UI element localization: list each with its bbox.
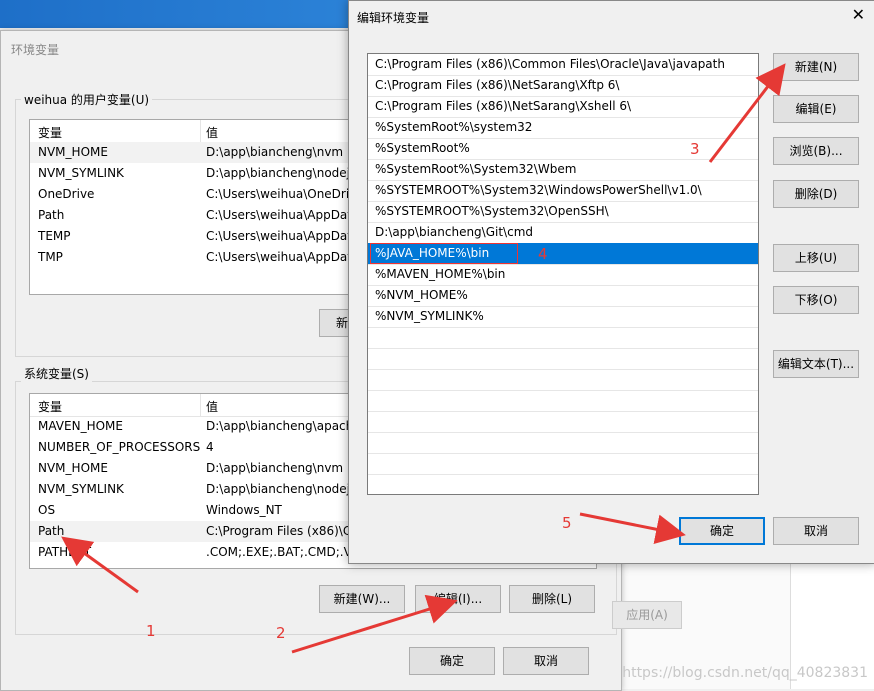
variable-value: C:\Program Files (x86)\Co xyxy=(206,524,359,538)
path-text: %MAVEN_HOME%\bin xyxy=(375,267,506,281)
empty-path-row[interactable] xyxy=(368,390,758,412)
variable-name: NVM_HOME xyxy=(38,145,108,159)
path-row[interactable]: %NVM_SYMLINK% xyxy=(368,306,758,328)
dialog-ok-button[interactable]: 确定 xyxy=(679,517,765,545)
variable-value: 4 xyxy=(206,440,214,454)
annotation-1: 1 xyxy=(146,622,156,640)
apply-button[interactable]: 应用(A) xyxy=(612,601,682,629)
path-text: C:\Program Files (x86)\Common Files\Orac… xyxy=(375,57,725,71)
variable-name: TMP xyxy=(38,250,63,264)
edit-environment-variable-dialog: 编辑环境变量 ✕ C:\Program Files (x86)\Common F… xyxy=(348,0,874,564)
variable-name: PATHEXT xyxy=(38,545,92,559)
variable-name: TEMP xyxy=(38,229,71,243)
empty-path-row[interactable] xyxy=(368,432,758,454)
user-vars-label: weihua 的用户变量(U) xyxy=(21,91,153,108)
path-text: D:\app\biancheng\Git\cmd xyxy=(375,225,534,239)
annotation-4: 4 xyxy=(538,245,548,263)
path-text: C:\Program Files (x86)\NetSarang\Xshell … xyxy=(375,99,632,113)
variable-name: MAVEN_HOME xyxy=(38,419,123,433)
annotation-2: 2 xyxy=(276,624,286,642)
system-edit-button[interactable]: 编辑(I)... xyxy=(415,585,501,613)
variable-value: C:\Users\weihua\AppDat xyxy=(206,208,352,222)
empty-path-row[interactable] xyxy=(368,348,758,370)
desktop-wallpaper-strip xyxy=(0,0,370,28)
variable-name: NUMBER_OF_PROCESSORS xyxy=(38,440,201,454)
variable-value: D:\app\biancheng\apach xyxy=(206,419,354,433)
delete-path-button[interactable]: 删除(D) xyxy=(773,180,859,208)
ok-button[interactable]: 确定 xyxy=(409,647,495,675)
new-path-button[interactable]: 新建(N) xyxy=(773,53,859,81)
path-text: %SystemRoot%\System32\Wbem xyxy=(375,162,577,176)
variable-name: OneDrive xyxy=(38,187,95,201)
variable-value: D:\app\biancheng\nodej xyxy=(206,482,350,496)
path-row[interactable]: %NVM_HOME% xyxy=(368,285,758,307)
path-text: %SYSTEMROOT%\System32\WindowsPowerShell\… xyxy=(375,183,702,197)
variable-value: .COM;.EXE;.BAT;.CMD;.VE xyxy=(206,545,360,559)
variable-value: C:\Users\weihua\AppDat xyxy=(206,250,352,264)
variable-value: D:\app\biancheng\nvm xyxy=(206,145,344,159)
path-row[interactable]: %SYSTEMROOT%\System32\OpenSSH\ xyxy=(368,201,758,223)
path-row[interactable]: C:\Program Files (x86)\Common Files\Orac… xyxy=(368,54,758,76)
move-up-button[interactable]: 上移(U) xyxy=(773,244,859,272)
path-row[interactable]: %SYSTEMROOT%\System32\WindowsPowerShell\… xyxy=(368,180,758,202)
path-row[interactable]: D:\app\biancheng\Git\cmd xyxy=(368,222,758,244)
variable-name: Path xyxy=(38,208,65,222)
system-new-button[interactable]: 新建(W)... xyxy=(319,585,405,613)
empty-path-row[interactable] xyxy=(368,369,758,391)
path-row[interactable]: C:\Program Files (x86)\NetSarang\Xshell … xyxy=(368,96,758,118)
cancel-button[interactable]: 取消 xyxy=(503,647,589,675)
window-title: 环境变量 xyxy=(11,43,60,57)
browse-button[interactable]: 浏览(B)... xyxy=(773,137,859,165)
variable-name: Path xyxy=(38,524,65,538)
path-text: %SystemRoot% xyxy=(375,141,470,155)
variable-value: D:\app\biancheng\nodej xyxy=(206,166,350,180)
watermark: https://blog.csdn.net/qq_40823831 xyxy=(622,665,868,681)
path-row[interactable]: %JAVA_HOME%\bin xyxy=(368,243,758,265)
variable-name: NVM_HOME xyxy=(38,461,108,475)
empty-path-row[interactable] xyxy=(368,474,758,494)
path-text: %SystemRoot%\system32 xyxy=(375,120,533,134)
dialog-title: 编辑环境变量 xyxy=(357,11,430,25)
path-text: %NVM_SYMLINK% xyxy=(375,309,484,323)
path-text: %SYSTEMROOT%\System32\OpenSSH\ xyxy=(375,204,609,218)
variable-name: OS xyxy=(38,503,56,517)
path-text: C:\Program Files (x86)\NetSarang\Xftp 6\ xyxy=(375,78,620,92)
variable-value: Windows_NT xyxy=(206,503,282,517)
empty-path-row[interactable] xyxy=(368,327,758,349)
dialog-cancel-button[interactable]: 取消 xyxy=(773,517,859,545)
annotation-3: 3 xyxy=(690,140,700,158)
path-text: %NVM_HOME% xyxy=(375,288,468,302)
path-row[interactable]: %MAVEN_HOME%\bin xyxy=(368,264,758,286)
column-header-value[interactable]: 值 xyxy=(206,398,218,415)
edit-path-button[interactable]: 编辑(E) xyxy=(773,95,859,123)
path-row[interactable]: %SystemRoot%\System32\Wbem xyxy=(368,159,758,181)
move-down-button[interactable]: 下移(O) xyxy=(773,286,859,314)
path-list[interactable]: C:\Program Files (x86)\Common Files\Orac… xyxy=(367,53,759,495)
column-header-value[interactable]: 值 xyxy=(206,124,218,141)
annotation-highlight-box xyxy=(370,243,518,264)
edit-text-button[interactable]: 编辑文本(T)... xyxy=(773,350,859,378)
annotation-5: 5 xyxy=(562,514,572,532)
variable-value: C:\Users\weihua\OneDriv xyxy=(206,187,357,201)
variable-value: C:\Users\weihua\AppDat xyxy=(206,229,352,243)
path-row[interactable]: %SystemRoot%\system32 xyxy=(368,117,758,139)
variable-name: NVM_SYMLINK xyxy=(38,166,124,180)
path-row[interactable]: C:\Program Files (x86)\NetSarang\Xftp 6\ xyxy=(368,75,758,97)
column-header-name[interactable]: 变量 xyxy=(38,398,62,415)
variable-name: NVM_SYMLINK xyxy=(38,482,124,496)
column-header-name[interactable]: 变量 xyxy=(38,124,62,141)
system-vars-label: 系统变量(S) xyxy=(21,365,92,382)
close-icon[interactable]: ✕ xyxy=(852,5,865,24)
empty-path-row[interactable] xyxy=(368,411,758,433)
system-delete-button[interactable]: 删除(L) xyxy=(509,585,595,613)
empty-path-row[interactable] xyxy=(368,453,758,475)
variable-value: D:\app\biancheng\nvm xyxy=(206,461,344,475)
